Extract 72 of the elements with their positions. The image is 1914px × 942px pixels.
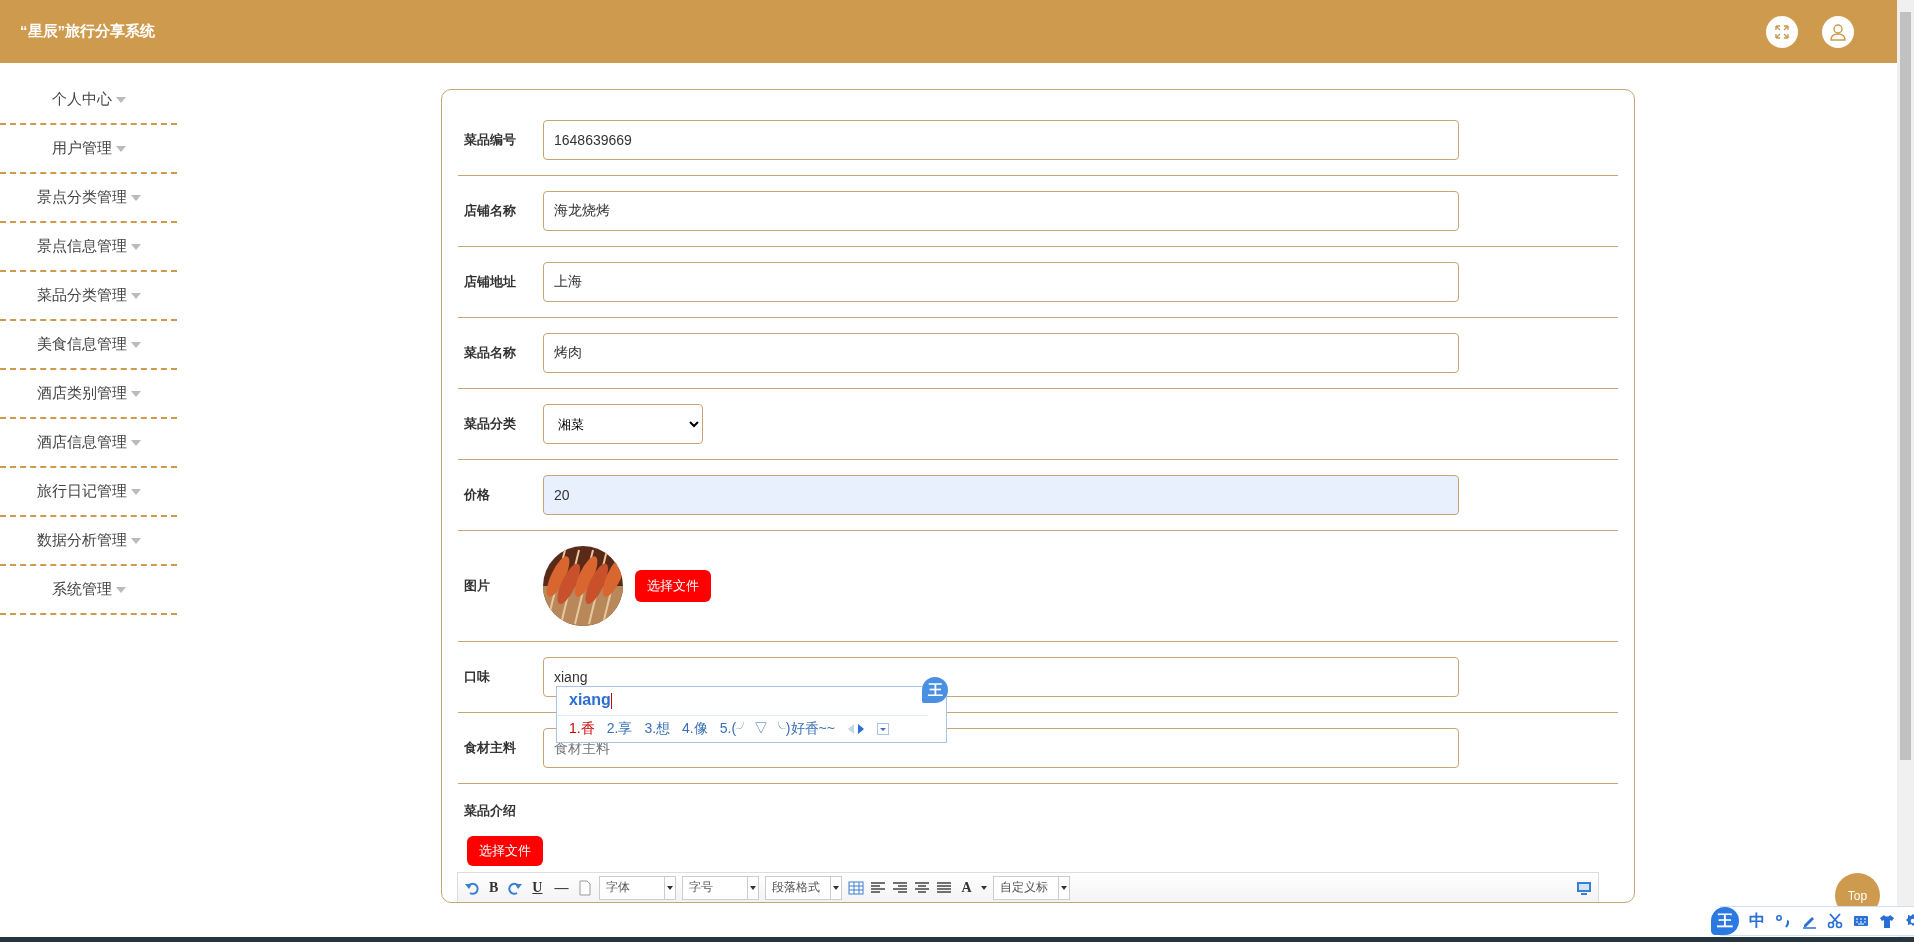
keyboard-icon[interactable] bbox=[1853, 913, 1869, 929]
field-label: 店铺名称 bbox=[463, 202, 517, 220]
field-label: 图片 bbox=[463, 577, 491, 595]
align-center-icon[interactable] bbox=[914, 879, 931, 896]
caret-icon bbox=[130, 292, 141, 299]
shirt-icon[interactable] bbox=[1879, 913, 1895, 929]
sidebar-item[interactable]: 酒店类别管理 bbox=[0, 370, 177, 419]
choose-file-button[interactable]: 选择文件 bbox=[467, 836, 543, 866]
field-label: 菜品名称 bbox=[463, 344, 517, 362]
toolbar-button[interactable]: U bbox=[529, 879, 546, 896]
toolbar-button[interactable]: B bbox=[486, 879, 502, 896]
justify-icon[interactable] bbox=[936, 879, 953, 896]
table-icon[interactable] bbox=[848, 879, 865, 896]
caret-icon bbox=[115, 145, 126, 152]
sidebar-item[interactable]: 美食信息管理 bbox=[0, 321, 177, 370]
toolbar-dropdown[interactable]: 自定义标 bbox=[992, 875, 1070, 900]
sidebar-item[interactable]: 景点信息管理 bbox=[0, 223, 177, 272]
caret-icon bbox=[1060, 885, 1067, 890]
toolbar-dropdown[interactable]: 字体 bbox=[599, 875, 677, 900]
align-left-icon[interactable] bbox=[870, 879, 887, 896]
app-title: “星辰”旅行分享系统 bbox=[20, 22, 156, 41]
sidebar-item[interactable]: 个人中心 bbox=[0, 76, 177, 125]
caret-icon bbox=[833, 885, 840, 890]
input-mode-toggle[interactable]: 中 bbox=[1749, 910, 1765, 932]
caret-icon bbox=[667, 885, 674, 890]
toolbar-dropdown[interactable]: 字号 bbox=[682, 875, 760, 900]
expand-icon[interactable] bbox=[876, 723, 889, 735]
sidebar-item[interactable]: 菜品分类管理 bbox=[0, 272, 177, 321]
caret-icon bbox=[130, 243, 141, 250]
field-label: 菜品分类 bbox=[463, 415, 517, 433]
ime-logo: 王 bbox=[922, 677, 948, 703]
page-arrows-icon[interactable] bbox=[846, 723, 865, 735]
scissors-icon[interactable] bbox=[1827, 913, 1843, 929]
caret-icon bbox=[115, 586, 126, 593]
input-field[interactable]: 烤肉 bbox=[543, 333, 1459, 373]
input-field[interactable]: 上海 bbox=[543, 262, 1459, 302]
field-label: 价格 bbox=[462, 486, 491, 504]
caret-icon bbox=[130, 537, 141, 544]
field-label: 口味 bbox=[463, 668, 491, 686]
input-field[interactable]: 20 bbox=[543, 475, 1459, 515]
sidebar-item[interactable]: 酒店信息管理 bbox=[0, 419, 177, 468]
input-field[interactable]: 1648639669 bbox=[543, 120, 1459, 160]
caret-icon bbox=[130, 194, 141, 201]
field-label: 菜品介绍 bbox=[463, 802, 517, 820]
monitor-icon[interactable] bbox=[1576, 879, 1592, 896]
align-right-icon[interactable] bbox=[892, 879, 909, 896]
sidebar-item[interactable]: 景点分类管理 bbox=[0, 174, 177, 223]
user-icon[interactable] bbox=[1822, 15, 1854, 48]
scrollbar[interactable] bbox=[1897, 0, 1914, 937]
field-label: 店铺地址 bbox=[463, 273, 517, 291]
input-field[interactable]: 海龙烧烤 bbox=[543, 191, 1459, 231]
caret-icon bbox=[980, 885, 987, 890]
caret-icon bbox=[130, 390, 141, 397]
sidebar-item[interactable]: 系统管理 bbox=[0, 566, 177, 615]
field-label: 菜品编号 bbox=[463, 131, 517, 149]
toolbar-dropdown[interactable]: 段落格式 bbox=[765, 875, 843, 900]
fullscreen-icon[interactable] bbox=[1766, 15, 1798, 48]
category-select[interactable]: 湘菜 bbox=[543, 404, 703, 444]
caret-icon bbox=[130, 341, 141, 348]
toolbar-button[interactable]: — bbox=[551, 879, 572, 896]
sidebar-item[interactable]: 旅行日记管理 bbox=[0, 468, 177, 517]
sidebar-item[interactable]: 用户管理 bbox=[0, 125, 177, 174]
caret-icon bbox=[750, 885, 757, 890]
caret-icon bbox=[130, 488, 141, 495]
caret-icon bbox=[115, 96, 126, 103]
punctuation-icon[interactable] bbox=[1775, 913, 1791, 929]
font-color-button[interactable]: A bbox=[958, 879, 975, 896]
field-label: 食材主料 bbox=[463, 739, 517, 757]
sidebar-item[interactable]: 数据分析管理 bbox=[0, 517, 177, 566]
caret-icon bbox=[130, 439, 141, 446]
choose-file-button[interactable]: 选择文件 bbox=[635, 570, 711, 602]
ime-logo: 王 bbox=[1711, 907, 1739, 935]
